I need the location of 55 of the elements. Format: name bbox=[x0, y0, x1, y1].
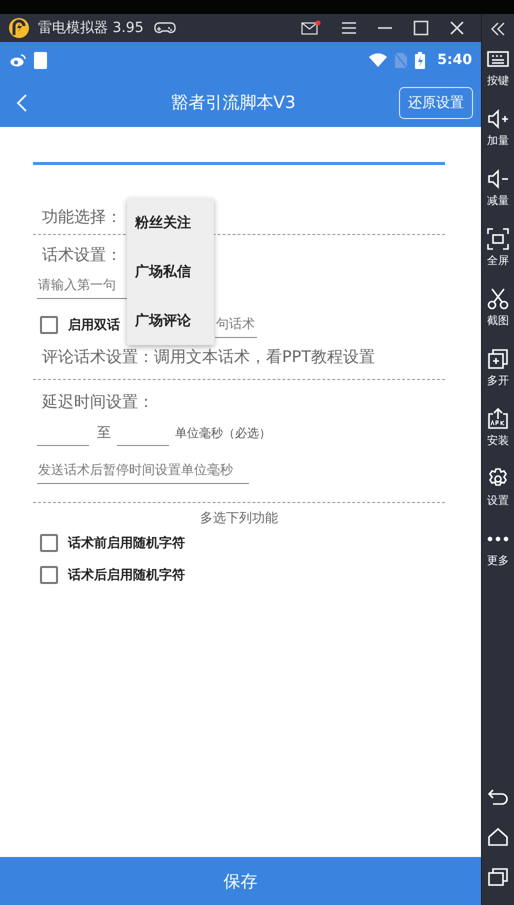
save-button[interactable]: 保存 bbox=[0, 857, 482, 905]
sd-card-icon bbox=[34, 52, 47, 68]
option-label: 话术后启用随机字符 bbox=[68, 566, 185, 584]
mail-icon[interactable] bbox=[301, 20, 322, 36]
dropdown-option[interactable]: 广场评论 bbox=[127, 312, 214, 330]
multi-window-icon[interactable] bbox=[487, 348, 510, 370]
logo-icon bbox=[8, 17, 30, 39]
toolbar-label: 设置 bbox=[487, 493, 510, 508]
checkbox[interactable] bbox=[40, 534, 58, 552]
multi-select-title: 多选下列功能 bbox=[199, 510, 280, 528]
comment-script-note: 评论话术设置：调用文本话术，看PPT教程设置 bbox=[41, 346, 376, 368]
maximize-icon[interactable] bbox=[413, 20, 430, 36]
home-icon[interactable] bbox=[487, 827, 510, 847]
no-sim-icon bbox=[395, 52, 408, 68]
toolbar-label: 全屏 bbox=[487, 253, 510, 268]
checkbox[interactable] bbox=[40, 566, 58, 584]
toolbar-label: 减量 bbox=[487, 193, 510, 208]
checkbox[interactable] bbox=[40, 316, 58, 334]
toolbar-label: 安装 bbox=[487, 433, 510, 448]
volume-down-icon[interactable] bbox=[487, 168, 510, 190]
toolbar-label: 按键 bbox=[487, 73, 510, 88]
toolbar-label: 加量 bbox=[487, 133, 510, 148]
toolbar-label: 更多 bbox=[487, 553, 510, 568]
pause-time-field[interactable]: 发送话术后暂停时间设置单位毫秒 bbox=[37, 458, 249, 484]
toolbar-label: 截图 bbox=[487, 313, 510, 328]
function-label: 功能选择： bbox=[41, 206, 122, 228]
clock: 5:40 bbox=[437, 52, 472, 68]
reset-settings-button[interactable]: 还原设置 bbox=[399, 86, 474, 118]
back-icon[interactable] bbox=[487, 787, 510, 807]
volume-up-icon[interactable] bbox=[487, 108, 510, 130]
dual-script-label: 启用双话 bbox=[68, 316, 120, 334]
fullscreen-icon[interactable] bbox=[487, 228, 510, 250]
script-label: 话术设置： bbox=[41, 244, 123, 266]
scissors-icon[interactable] bbox=[487, 288, 510, 310]
emulator-title: 雷电模拟器 3.95 bbox=[38, 19, 144, 37]
delay-label: 延迟时间设置： bbox=[41, 391, 155, 413]
battery-icon bbox=[415, 52, 426, 68]
second-script-field[interactable]: 句话术 bbox=[215, 312, 257, 338]
dropdown-option[interactable]: 粉丝关注 bbox=[127, 214, 214, 232]
toolbar-label: 多开 bbox=[487, 373, 510, 388]
wifi-icon bbox=[369, 53, 388, 67]
close-icon[interactable] bbox=[449, 20, 466, 36]
range-separator: 至 bbox=[97, 424, 111, 442]
menu-icon[interactable] bbox=[341, 21, 358, 35]
weibo-icon bbox=[10, 54, 26, 66]
gamepad-icon[interactable] bbox=[154, 20, 176, 36]
apk-install-icon[interactable] bbox=[487, 408, 510, 430]
dropdown-option[interactable]: 广场私信 bbox=[127, 262, 214, 280]
app-title: 豁者引流脚本V3 bbox=[170, 92, 297, 114]
first-script-field[interactable]: 请输入第一句 bbox=[37, 273, 129, 299]
collapse-icon[interactable] bbox=[490, 22, 506, 36]
keyboard-icon[interactable] bbox=[487, 48, 510, 70]
recent-apps-icon[interactable] bbox=[487, 867, 510, 887]
unit-label: 单位毫秒（必选） bbox=[175, 424, 271, 442]
option-label: 话术前启用随机字符 bbox=[68, 534, 185, 552]
